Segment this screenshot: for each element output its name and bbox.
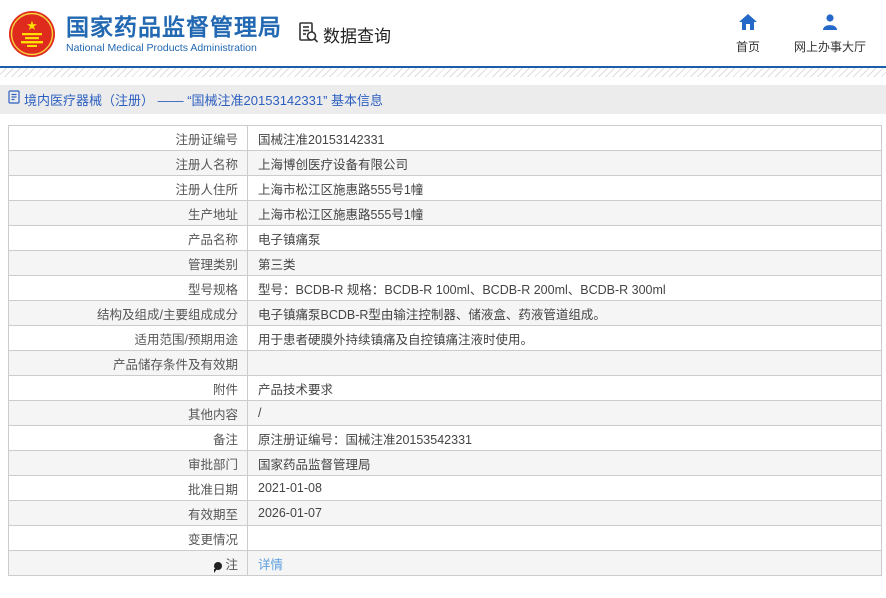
row-label: 结构及组成/主要组成成分 <box>8 300 248 326</box>
table-row: 管理类别 第三类 <box>8 250 882 276</box>
nav-label-home: 首页 <box>735 39 760 54</box>
top-nav: 首页 网上办事大厅 <box>735 13 866 55</box>
agency-title: 国家药品监督管理局 National Medical Products Admi… <box>66 14 282 54</box>
row-value: 电子镇痛泵BCDB-R型由输注控制器、储液盒、药液管道组成。 <box>247 300 882 326</box>
breadcrumb: 境内医疗器械（注册） —— “国械注准20153142331” 基本信息 <box>0 85 886 114</box>
row-label: 注册人住所 <box>8 175 248 201</box>
row-label: 型号规格 <box>8 275 248 301</box>
row-label: 批准日期 <box>8 475 248 501</box>
table-row: 批准日期 2021-01-08 <box>8 475 882 501</box>
row-value: 上海博创医疗设备有限公司 <box>247 150 882 176</box>
table-row: 附件 产品技术要求 <box>8 375 882 401</box>
row-value: 国家药品监督管理局 <box>247 450 882 476</box>
table-row: 变更情况 <box>8 525 882 551</box>
row-label: 产品储存条件及有效期 <box>8 350 248 376</box>
info-table-body: 注册证编号 国械注准20153142331 注册人名称 上海博创医疗设备有限公司 注册人… <box>8 125 882 576</box>
row-value: 上海市松江区施惠路555号1幢 <box>247 200 882 226</box>
row-label: 有效期至 <box>8 500 248 526</box>
breadcrumb-text: 境内医疗器械（注册） —— “国械注准20153142331” 基本信息 <box>24 93 384 108</box>
agency-title-en: National Medical Products Administration <box>66 42 257 55</box>
table-row: 结构及组成/主要组成成分 电子镇痛泵BCDB-R型由输注控制器、储液盒、药液管道组… <box>8 300 882 326</box>
row-label: 注册人名称 <box>8 150 248 176</box>
row-value <box>247 525 882 551</box>
data-query-section: 数据查询 <box>296 20 391 49</box>
nav-item-home[interactable]: 首页 <box>735 13 760 55</box>
detail-link[interactable]: 详情 <box>258 558 283 572</box>
row-label: 审批部门 <box>8 450 248 476</box>
nav-label-service-hall: 网上办事大厅 <box>793 39 866 54</box>
row-value: 原注册证编号：国械注准20153542331 <box>247 425 882 451</box>
table-row: 注册人住所 上海市松江区施惠路555号1幢 <box>8 175 882 201</box>
row-label: 产品名称 <box>8 225 248 251</box>
site-header: ★ 国家药品监督管理局 National Medical Products Ad… <box>0 0 886 66</box>
table-row: 有效期至 2026-01-07 <box>8 500 882 526</box>
table-row: 生产地址 上海市松江区施惠路555号1幢 <box>8 200 882 226</box>
data-query-icon <box>296 20 320 49</box>
row-value <box>247 350 882 376</box>
table-row: 注册人名称 上海博创医疗设备有限公司 <box>8 150 882 176</box>
row-label: 管理类别 <box>8 250 248 276</box>
row-label: 注册证编号 <box>8 125 248 151</box>
registration-info-table: 注册证编号 国械注准20153142331 注册人名称 上海博创医疗设备有限公司 注册人… <box>8 125 882 576</box>
row-value: 电子镇痛泵 <box>247 225 882 251</box>
row-label: 生产地址 <box>8 200 248 226</box>
row-value: 第三类 <box>247 250 882 276</box>
row-value: 产品技术要求 <box>247 375 882 401</box>
nav-item-service-hall[interactable]: 网上办事大厅 <box>793 13 866 55</box>
row-label: 注 <box>8 550 248 576</box>
agency-title-cn: 国家药品监督管理局 <box>66 13 282 40</box>
header-stripe-band <box>0 68 886 77</box>
data-query-label: 数据查询 <box>323 26 391 46</box>
row-value: 型号：BCDB-R 规格：BCDB-R 100ml、BCDB-R 200ml、B… <box>247 275 882 301</box>
person-icon <box>821 13 839 35</box>
table-row: 产品名称 电子镇痛泵 <box>8 225 882 251</box>
table-row: 产品储存条件及有效期 <box>8 350 882 376</box>
table-row: 注详情 <box>8 550 882 576</box>
table-row: 适用范围/预期用途 用于患者硬膜外持续镇痛及自控镇痛注液时使用。 <box>8 325 882 351</box>
svg-text:★: ★ <box>26 18 38 33</box>
table-row: 型号规格 型号：BCDB-R 规格：BCDB-R 100ml、BCDB-R 200… <box>8 275 882 301</box>
row-label: 变更情况 <box>8 525 248 551</box>
table-row: 其他内容 / <box>8 400 882 426</box>
row-label: 适用范围/预期用途 <box>8 325 248 351</box>
row-value: 国械注准20153142331 <box>247 125 882 151</box>
row-value: 用于患者硬膜外持续镇痛及自控镇痛注液时使用。 <box>247 325 882 351</box>
row-value: / <box>247 400 882 426</box>
document-icon <box>8 90 20 109</box>
note-icon <box>214 561 223 573</box>
row-label: 附件 <box>8 375 248 401</box>
table-row: 审批部门 国家药品监督管理局 <box>8 450 882 476</box>
national-emblem-logo: ★ <box>8 10 56 58</box>
row-value: 2021-01-08 <box>247 475 882 501</box>
row-label: 其他内容 <box>8 400 248 426</box>
table-row: 备注 原注册证编号：国械注准20153542331 <box>8 425 882 451</box>
row-value: 上海市松江区施惠路555号1幢 <box>247 175 882 201</box>
table-row: 注册证编号 国械注准20153142331 <box>8 125 882 151</box>
row-label: 备注 <box>8 425 248 451</box>
home-icon <box>738 13 757 35</box>
row-value: 2026-01-07 <box>247 500 882 526</box>
